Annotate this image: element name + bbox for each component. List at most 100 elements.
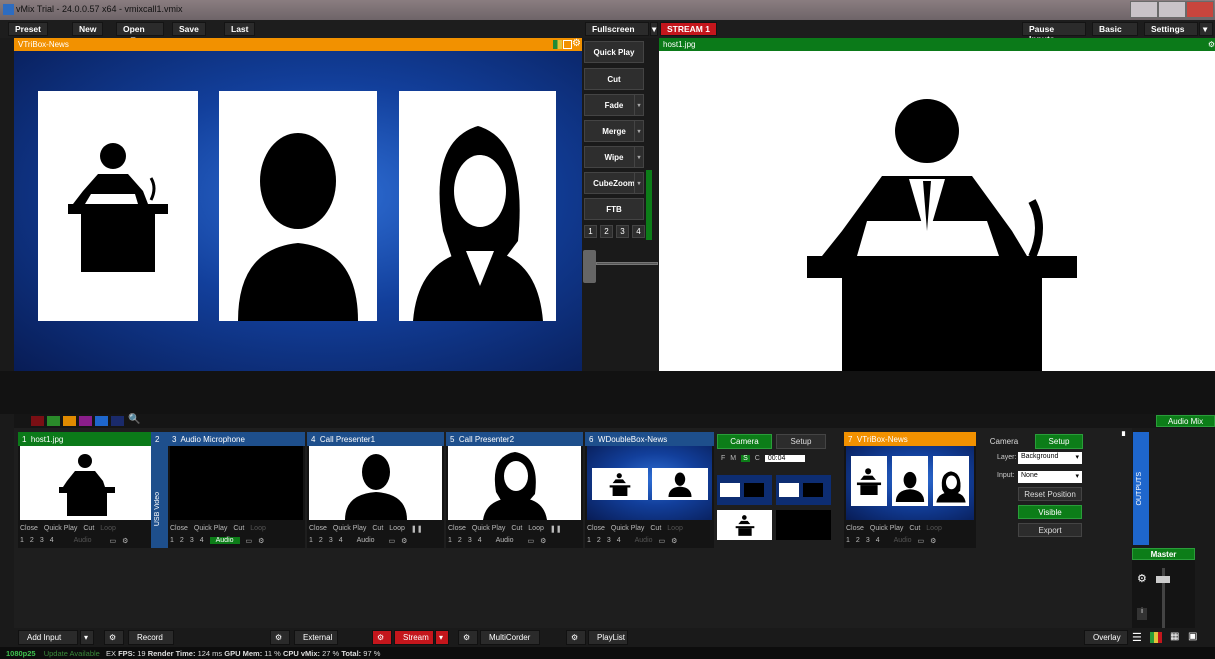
fullscreen-dropdown-icon[interactable]: ▾ xyxy=(650,22,658,36)
input-4-thumbnail[interactable] xyxy=(309,446,442,520)
input-6-thumbnail[interactable] xyxy=(587,446,712,520)
close-button[interactable]: Close xyxy=(309,525,327,532)
stream-button[interactable]: Stream xyxy=(394,630,434,645)
transition-3-button[interactable]: 3 xyxy=(616,225,629,238)
output-gear-icon[interactable]: ⚙ xyxy=(1208,40,1215,49)
layout-thumb-3[interactable] xyxy=(717,510,772,540)
cut-button[interactable]: Cut xyxy=(511,525,522,532)
open-button[interactable]: Open ▾ xyxy=(116,22,164,44)
transition-4-button[interactable]: 4 xyxy=(632,225,645,238)
gear-icon[interactable]: ⚙ xyxy=(572,38,581,49)
loop-button[interactable]: Loop xyxy=(926,525,942,532)
overlay-4-button[interactable]: 4 xyxy=(478,537,482,544)
preset-button[interactable]: Preset xyxy=(8,22,48,36)
stream-dropdown-icon[interactable]: ▾ xyxy=(435,630,449,645)
loop-button[interactable]: Loop xyxy=(100,525,116,532)
layout-thumb-4[interactable] xyxy=(776,510,831,540)
overlay-2-button[interactable]: 2 xyxy=(319,537,323,544)
input-5-thumbnail[interactable] xyxy=(448,446,581,520)
f-button[interactable]: F xyxy=(721,455,725,462)
save-button[interactable]: Save xyxy=(172,22,206,36)
overlay-3-button[interactable]: 3 xyxy=(866,537,870,544)
overlay-3-button[interactable]: 3 xyxy=(329,537,333,544)
external-settings-gear-icon[interactable]: ⚙ xyxy=(270,630,290,645)
overlay-3-button[interactable]: 3 xyxy=(607,537,611,544)
setup-button[interactable]: Setup xyxy=(776,434,826,449)
quick-play-button[interactable]: Quick Play xyxy=(194,525,227,532)
monitor-icon[interactable]: ▭ xyxy=(110,537,117,545)
stream-settings-gear-icon[interactable]: ⚙ xyxy=(372,630,392,645)
overlay-4-button[interactable]: 4 xyxy=(617,537,621,544)
cut-button[interactable]: Cut xyxy=(83,525,94,532)
outputs-tab[interactable]: OUTPUTS xyxy=(1133,432,1149,545)
settings-button[interactable]: Settings xyxy=(1144,22,1198,36)
colour-icon[interactable] xyxy=(553,40,562,49)
new-button[interactable]: New xyxy=(72,22,104,36)
audio-button[interactable]: Audio xyxy=(74,537,92,544)
overlay-1-button[interactable]: 1 xyxy=(170,537,174,544)
chevron-down-icon[interactable]: ▾ xyxy=(634,121,643,141)
quick-play-button[interactable]: Quick Play xyxy=(584,41,644,63)
chevron-down-icon[interactable]: ▾ xyxy=(634,95,643,115)
chevron-down-icon[interactable]: ▾ xyxy=(634,173,643,193)
input-tile-7[interactable]: 7 VTriBox-News Close Quick Play Cut Loop 12… xyxy=(844,432,976,548)
overlay-2-button[interactable]: 2 xyxy=(597,537,601,544)
cut-button[interactable]: Cut xyxy=(909,525,920,532)
input-3-thumbnail[interactable] xyxy=(170,446,303,520)
layer-select[interactable]: Background ▾ xyxy=(1018,452,1082,464)
record-settings-gear-icon[interactable]: ⚙ xyxy=(104,630,124,645)
filter-navy[interactable] xyxy=(111,416,124,426)
cut-button[interactable]: Cut xyxy=(372,525,383,532)
multicorder-settings-gear-icon[interactable]: ⚙ xyxy=(458,630,478,645)
overlay-button[interactable]: Overlay xyxy=(1084,630,1128,645)
cut-button[interactable]: Cut xyxy=(584,68,644,90)
quick-play-button[interactable]: Quick Play xyxy=(44,525,77,532)
reset-position-button[interactable]: Reset Position xyxy=(1018,487,1082,501)
gear-icon[interactable]: ⚙ xyxy=(258,537,264,545)
overlay-1-button[interactable]: 1 xyxy=(846,537,850,544)
input-7-thumbnail[interactable] xyxy=(846,446,974,520)
audio-mixer-button[interactable]: Audio Mix xyxy=(1156,415,1215,427)
audio-meter-icon[interactable] xyxy=(1150,632,1162,643)
search-icon[interactable]: 🔍 xyxy=(128,414,140,425)
monitor-icon[interactable]: ▭ xyxy=(389,537,396,545)
transition-2-button[interactable]: 2 xyxy=(600,225,613,238)
camera-tab[interactable]: Camera xyxy=(985,434,1023,449)
update-available-link[interactable]: Update Available xyxy=(44,649,100,658)
loop-button[interactable]: Loop xyxy=(667,525,683,532)
monitor-icon[interactable]: ▭ xyxy=(246,537,253,545)
info-icon[interactable]: i xyxy=(1137,608,1147,620)
setup-tab[interactable]: Setup xyxy=(1035,434,1083,449)
audio-button[interactable]: Audio xyxy=(635,537,653,544)
quick-play-button[interactable]: Quick Play xyxy=(611,525,644,532)
input-tile-6[interactable]: 6 WDoubleBox-News Close Quick Play Cut Loop… xyxy=(585,432,714,548)
cut-button[interactable]: Cut xyxy=(650,525,661,532)
t-bar-handle[interactable] xyxy=(583,250,596,283)
playlist-settings-gear-icon[interactable]: ⚙ xyxy=(566,630,586,645)
last-button[interactable]: Last xyxy=(224,22,256,36)
quick-play-button[interactable]: Quick Play xyxy=(472,525,505,532)
gear-icon[interactable]: ⚙ xyxy=(122,537,128,545)
audio-button[interactable]: Audio xyxy=(894,537,912,544)
duration-input[interactable]: 00:04 xyxy=(764,455,805,462)
overlay-3-button[interactable]: 3 xyxy=(40,537,44,544)
audio-button[interactable]: Audio xyxy=(209,537,240,544)
audio-button[interactable]: Audio xyxy=(357,537,375,544)
close-button[interactable]: Close xyxy=(448,525,466,532)
close-button[interactable]: Close xyxy=(170,525,188,532)
loop-button[interactable]: Loop xyxy=(389,525,405,532)
overlay-2-button[interactable]: 2 xyxy=(30,537,34,544)
gear-icon[interactable]: ⚙ xyxy=(401,537,407,545)
c-button[interactable]: C xyxy=(755,455,760,462)
add-input-dropdown-icon[interactable]: ▾ xyxy=(80,630,94,645)
loop-button[interactable]: Loop xyxy=(528,525,544,532)
overlay-1-button[interactable]: 1 xyxy=(448,537,452,544)
chevron-down-icon[interactable]: ▾ xyxy=(634,147,643,167)
multicorder-button[interactable]: MultiCorder xyxy=(480,630,540,645)
input-1-thumbnail[interactable] xyxy=(20,446,153,520)
gear-icon[interactable]: ⚙ xyxy=(930,537,936,545)
basic-button[interactable]: Basic xyxy=(1092,22,1138,36)
gear-icon[interactable]: ⚙ xyxy=(671,537,677,545)
input-select[interactable]: None ▾ xyxy=(1018,471,1082,483)
s-button[interactable]: S xyxy=(741,455,750,462)
